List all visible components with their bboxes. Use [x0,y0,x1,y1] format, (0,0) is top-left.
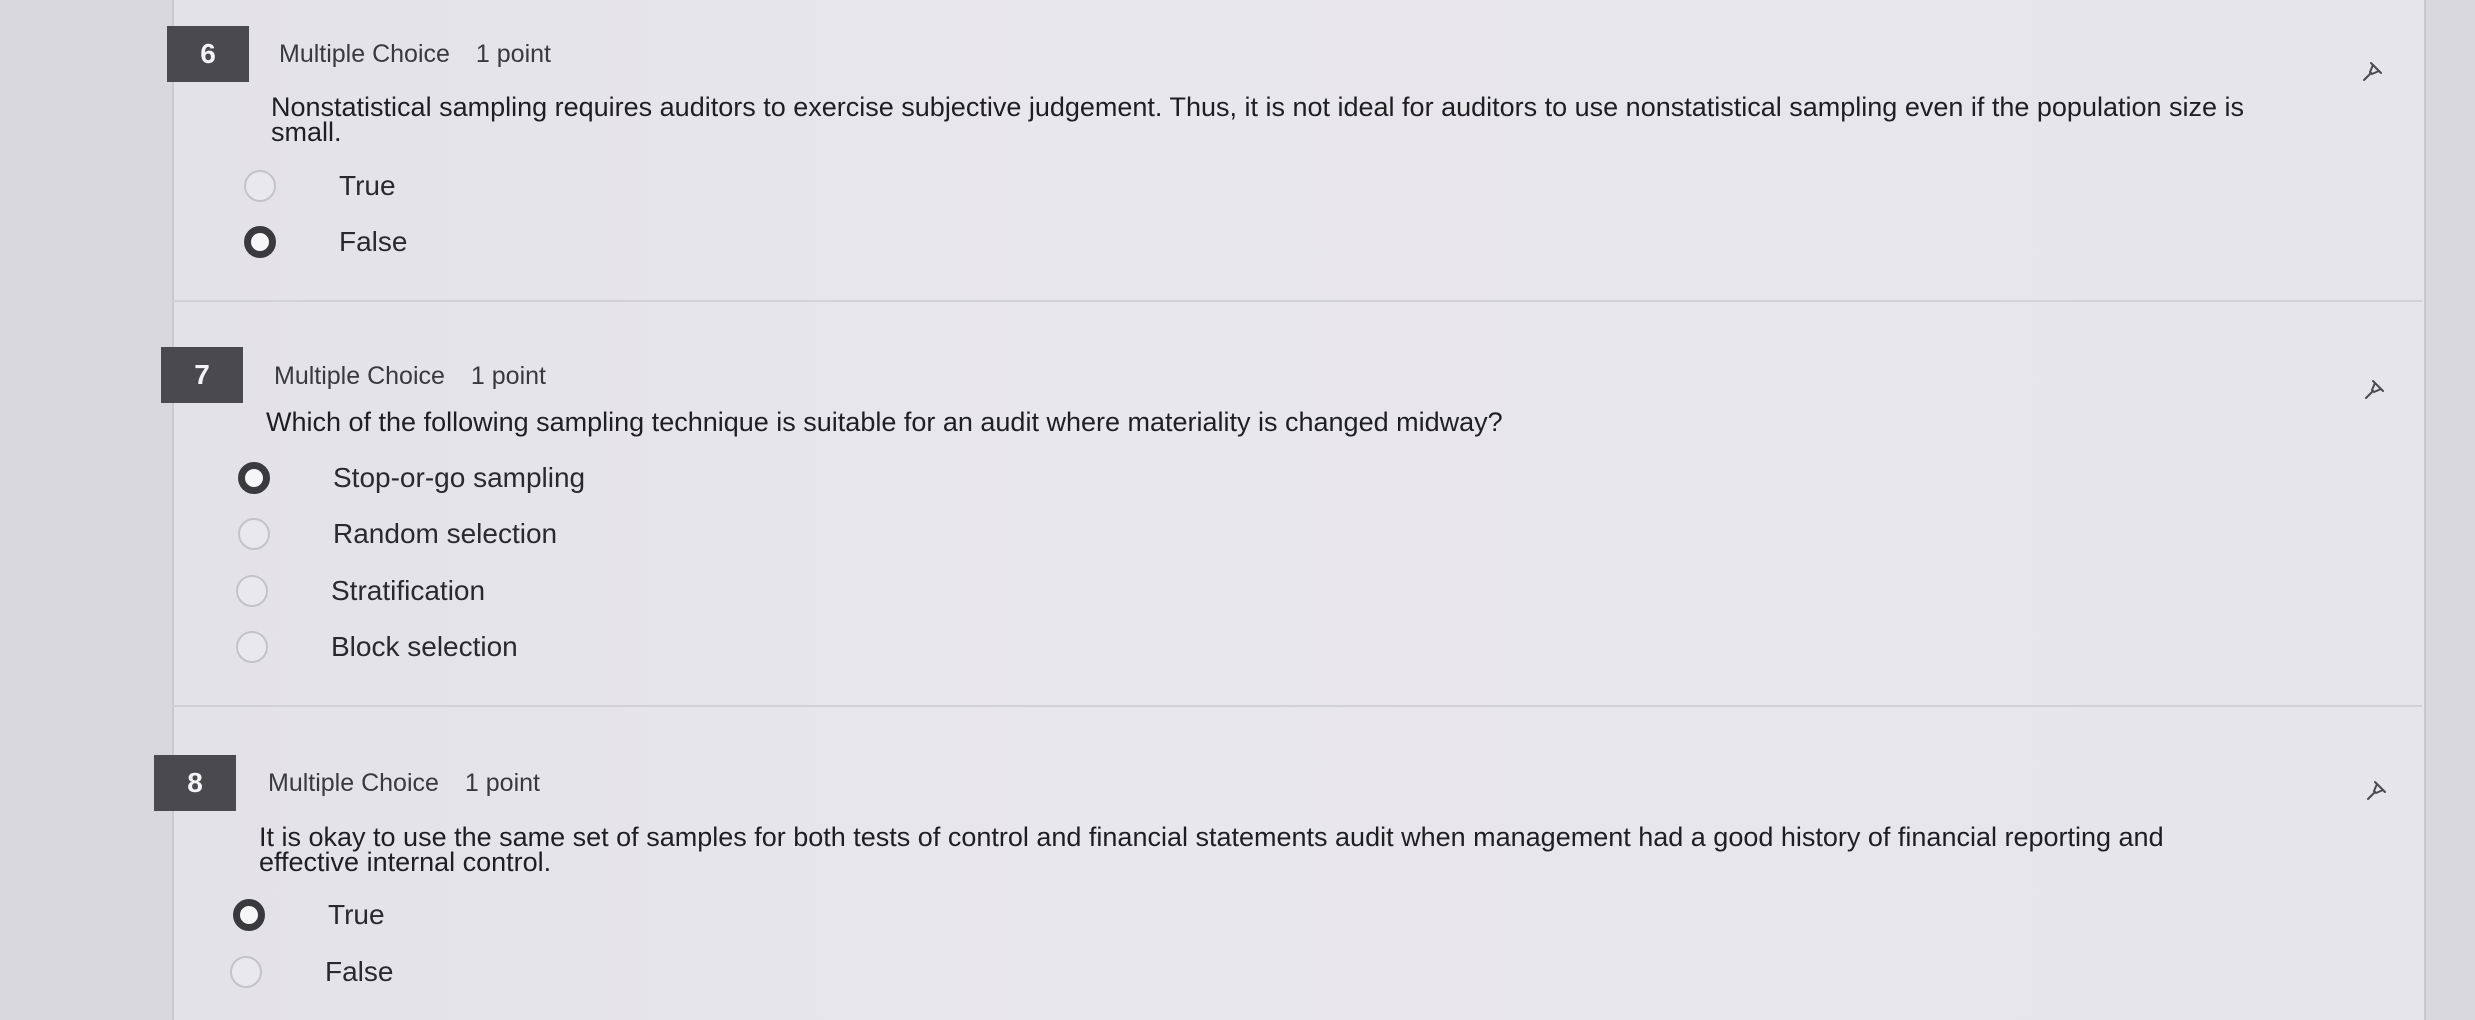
question-text-line: small. [271,117,342,147]
question-points: 1 point [475,40,551,68]
pin-icon[interactable] [2362,775,2392,805]
radio-button[interactable] [244,170,276,202]
radio-button-selected[interactable] [238,462,270,494]
option-false[interactable]: False [230,952,393,992]
radio-button[interactable] [236,575,268,607]
radio-button[interactable] [230,956,262,988]
question-meta: Multiple Choice 1 point [274,362,546,391]
option-false[interactable]: False [244,222,407,262]
option-label: True [328,899,385,930]
question-number: 7 [161,347,243,403]
question-divider [172,705,2422,707]
question-text-line: Nonstatistical sampling requires auditor… [271,92,2245,122]
option-label: Random selection [333,518,558,549]
question-number: 6 [167,26,249,82]
option-stratification[interactable]: Stratification [236,571,485,611]
option-true[interactable]: True [244,166,396,206]
question-text: Which of the following sampling techniqu… [266,407,2466,437]
option-random-selection[interactable]: Random selection [238,514,557,554]
option-label: False [325,956,394,987]
option-label: Block selection [331,631,518,662]
question-text: It is okay to use the same set of sample… [259,822,2459,877]
option-true[interactable]: True [233,895,385,935]
question-text-line: effective internal control. [259,847,552,877]
question-type: Multiple Choice [268,769,439,797]
pin-icon[interactable] [2358,56,2388,86]
pin-icon[interactable] [2360,374,2390,404]
radio-button-selected[interactable] [244,226,276,258]
option-label: True [339,170,396,201]
radio-button[interactable] [236,631,268,663]
question-points: 1 point [470,362,546,390]
question-meta: Multiple Choice 1 point [268,769,540,798]
question-meta: Multiple Choice 1 point [279,40,551,69]
option-stop-or-go[interactable]: Stop-or-go sampling [238,458,585,498]
question-text: Nonstatistical sampling requires auditor… [271,92,2471,147]
question-text-line: It is okay to use the same set of sample… [259,822,2164,852]
question-divider [172,300,2422,302]
radio-button-selected[interactable] [233,899,265,931]
radio-button[interactable] [238,518,270,550]
question-points: 1 point [464,769,540,797]
question-text-line: Which of the following sampling techniqu… [266,407,1503,437]
option-label: False [339,226,408,257]
question-type: Multiple Choice [279,40,450,68]
question-type: Multiple Choice [274,362,445,390]
option-label: Stop-or-go sampling [333,462,586,493]
option-label: Stratification [331,575,486,606]
question-number: 8 [154,755,236,811]
option-block-selection[interactable]: Block selection [236,627,518,667]
